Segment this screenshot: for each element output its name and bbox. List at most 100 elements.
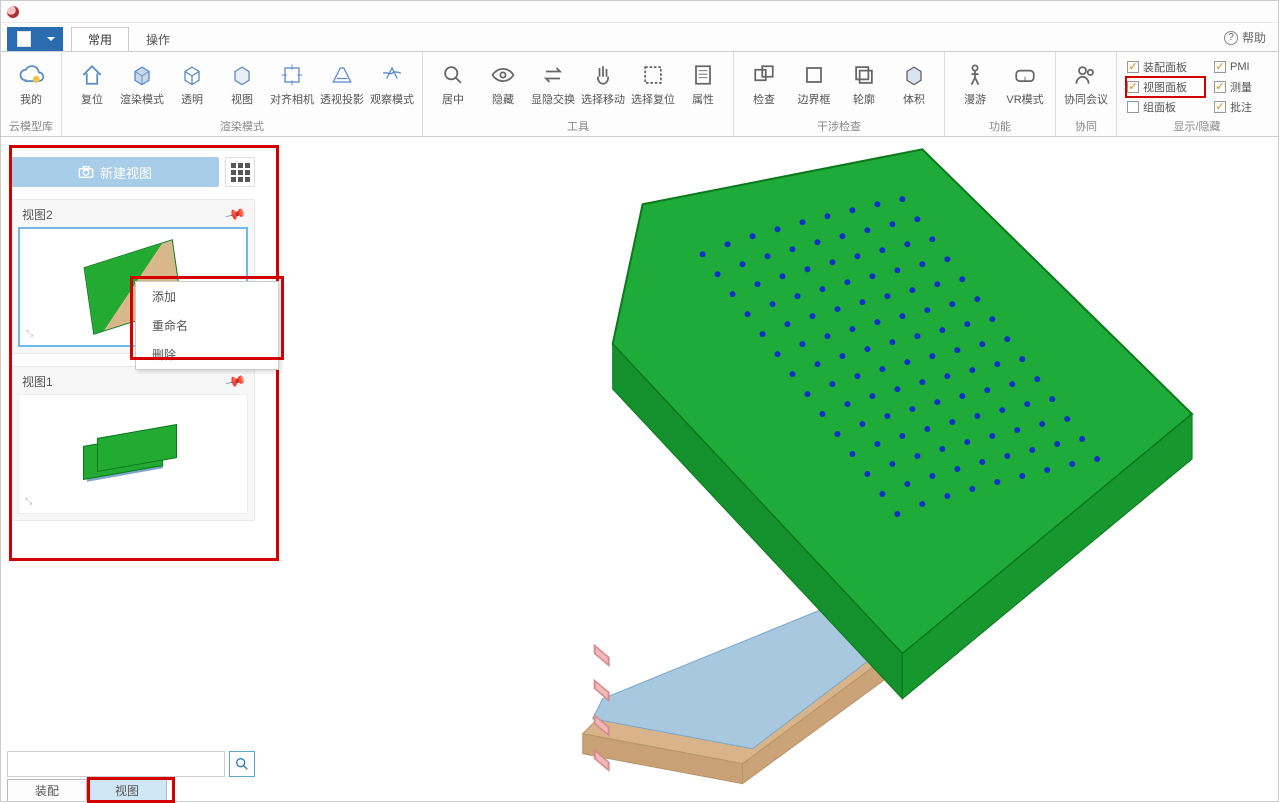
checkbox-icon: ✓ [1214, 61, 1226, 73]
select-reset-button[interactable]: 选择复位 [631, 56, 675, 116]
chk-measure[interactable]: ✓测量 [1214, 78, 1267, 96]
properties-icon [688, 60, 718, 90]
view-card[interactable]: 视图1📌 ⤡ [11, 366, 255, 521]
view-side-panel: 新建视图 视图2📌 ⤡ 视图1📌 ⤡ 添加 重命名 删除 [7, 145, 259, 801]
ribbon: 我的 云模型库 复位 渲染模式 透明 视图 对齐相机 透视投影 观察模式 渲染模… [1, 51, 1278, 137]
swap-icon [538, 60, 568, 90]
cloud-icon [16, 60, 46, 90]
ctx-delete[interactable]: 删除 [136, 340, 278, 369]
pin-icon[interactable]: 📌 [223, 203, 247, 226]
tools-group-label: 工具 [431, 116, 725, 136]
eye-icon [488, 60, 518, 90]
align-camera-icon [277, 60, 307, 90]
transparent-button[interactable]: 透明 [170, 56, 214, 116]
axis-icon: ⤡ [26, 328, 33, 339]
model-render [283, 143, 1272, 795]
my-cloud-button[interactable]: 我的 [9, 56, 53, 116]
home-icon [77, 60, 107, 90]
search-input[interactable] [7, 751, 225, 777]
axis-icon: ⤡ [25, 496, 32, 507]
ribbon-group-interference: 检查 边界框 轮廓 体积 干涉检查 [734, 52, 945, 136]
bbox-button[interactable]: 边界框 [792, 56, 836, 116]
ctx-add[interactable]: 添加 [136, 282, 278, 311]
select-move-button[interactable]: 选择移动 [581, 56, 625, 116]
chk-pmi[interactable]: ✓PMI [1214, 58, 1267, 76]
cube-shaded-icon [127, 60, 157, 90]
checkbox-icon: ✓ [1214, 81, 1226, 93]
select-reset-icon [638, 60, 668, 90]
checkbox-icon: ✓ [1127, 61, 1139, 73]
view-thumbnail[interactable]: ⤡ [18, 394, 248, 514]
outline-button[interactable]: 轮廓 [842, 56, 886, 116]
shade-mode-button[interactable]: 渲染模式 [120, 56, 164, 116]
new-view-button[interactable]: 新建视图 [11, 157, 219, 187]
file-menu-button[interactable] [7, 27, 63, 51]
pin-icon[interactable]: 📌 [223, 370, 247, 393]
bottom-tabs: 装配 视图 [7, 779, 167, 801]
chk-annotate[interactable]: ✓批注 [1214, 98, 1267, 116]
collab-group-label: 协同 [1064, 116, 1108, 136]
checkbox-icon: ✓ [1214, 101, 1226, 113]
volume-cube-icon [899, 60, 929, 90]
display-group-label: 显示/隐藏 [1117, 116, 1277, 136]
collab-meeting-button[interactable]: 协同会议 [1064, 56, 1108, 116]
thumbnail-model-icon [83, 429, 183, 479]
center-button[interactable]: 居中 [431, 56, 475, 116]
interference-group-label: 干涉检查 [742, 116, 936, 136]
context-menu: 添加 重命名 删除 [135, 281, 279, 370]
ribbon-group-collab: 协同会议 协同 [1056, 52, 1117, 136]
function-group-label: 功能 [953, 116, 1047, 136]
view-name: 视图2 [22, 206, 53, 223]
titlebar [1, 1, 1278, 23]
chk-view-panel[interactable]: ✓视图面板 [1127, 78, 1204, 96]
ribbon-group-render: 复位 渲染模式 透明 视图 对齐相机 透视投影 观察模式 渲染模式 [62, 52, 423, 136]
reset-view-button[interactable]: 复位 [70, 56, 114, 116]
properties-button[interactable]: 属性 [681, 56, 725, 116]
ribbon-group-function: 漫游 VR模式 功能 [945, 52, 1056, 136]
search-icon [234, 756, 250, 772]
app-logo-icon [7, 6, 19, 18]
3d-viewport[interactable] [283, 143, 1272, 795]
bottom-tab-assembly[interactable]: 装配 [7, 779, 87, 801]
render-group-label: 渲染模式 [70, 116, 414, 136]
view-button[interactable]: 视图 [220, 56, 264, 116]
search-button[interactable] [229, 751, 255, 777]
ribbon-group-display: ✓装配面板 ✓PMI ✓视图面板 ✓测量 组面板 ✓批注 显示/隐藏 [1117, 52, 1277, 136]
grid-toggle-button[interactable] [225, 157, 255, 187]
hand-icon [588, 60, 618, 90]
observe-mode-button[interactable]: 观察模式 [370, 56, 414, 116]
check-overlap-icon [749, 60, 779, 90]
hide-button[interactable]: 隐藏 [481, 56, 525, 116]
help-link[interactable]: ? 帮助 [1224, 29, 1266, 46]
align-camera-button[interactable]: 对齐相机 [270, 56, 314, 116]
people-icon [1071, 60, 1101, 90]
tab-operate[interactable]: 操作 [129, 27, 187, 51]
vr-mode-button[interactable]: VR模式 [1003, 56, 1047, 116]
volume-button[interactable]: 体积 [892, 56, 936, 116]
checkbox-icon [1127, 101, 1139, 113]
ribbon-tabs: 常用 操作 ? 帮助 [1, 23, 1278, 51]
bbox-icon [799, 60, 829, 90]
perspective-icon [327, 60, 357, 90]
ribbon-group-tools: 居中 隐藏 显隐交换 选择移动 选择复位 属性 工具 [423, 52, 734, 136]
tab-common[interactable]: 常用 [71, 27, 129, 51]
new-view-label: 新建视图 [100, 163, 152, 182]
magnifier-icon [438, 60, 468, 90]
cloud-group-label: 云模型库 [9, 116, 53, 136]
chk-assembly-panel[interactable]: ✓装配面板 [1127, 58, 1204, 76]
my-cloud-label: 我的 [20, 92, 42, 106]
show-hide-swap-button[interactable]: 显隐交换 [531, 56, 575, 116]
help-label: 帮助 [1242, 29, 1266, 46]
ribbon-group-cloud: 我的 云模型库 [1, 52, 62, 136]
checkbox-icon: ✓ [1127, 81, 1139, 93]
perspective-button[interactable]: 透视投影 [320, 56, 364, 116]
bottom-tab-view[interactable]: 视图 [87, 779, 167, 801]
roam-button[interactable]: 漫游 [953, 56, 997, 116]
ctx-rename[interactable]: 重命名 [136, 311, 278, 340]
cube-transparent-icon [177, 60, 207, 90]
chk-group-panel[interactable]: 组面板 [1127, 98, 1204, 116]
outline-icon [849, 60, 879, 90]
check-button[interactable]: 检查 [742, 56, 786, 116]
help-icon: ? [1224, 31, 1238, 45]
search-row [7, 751, 255, 777]
